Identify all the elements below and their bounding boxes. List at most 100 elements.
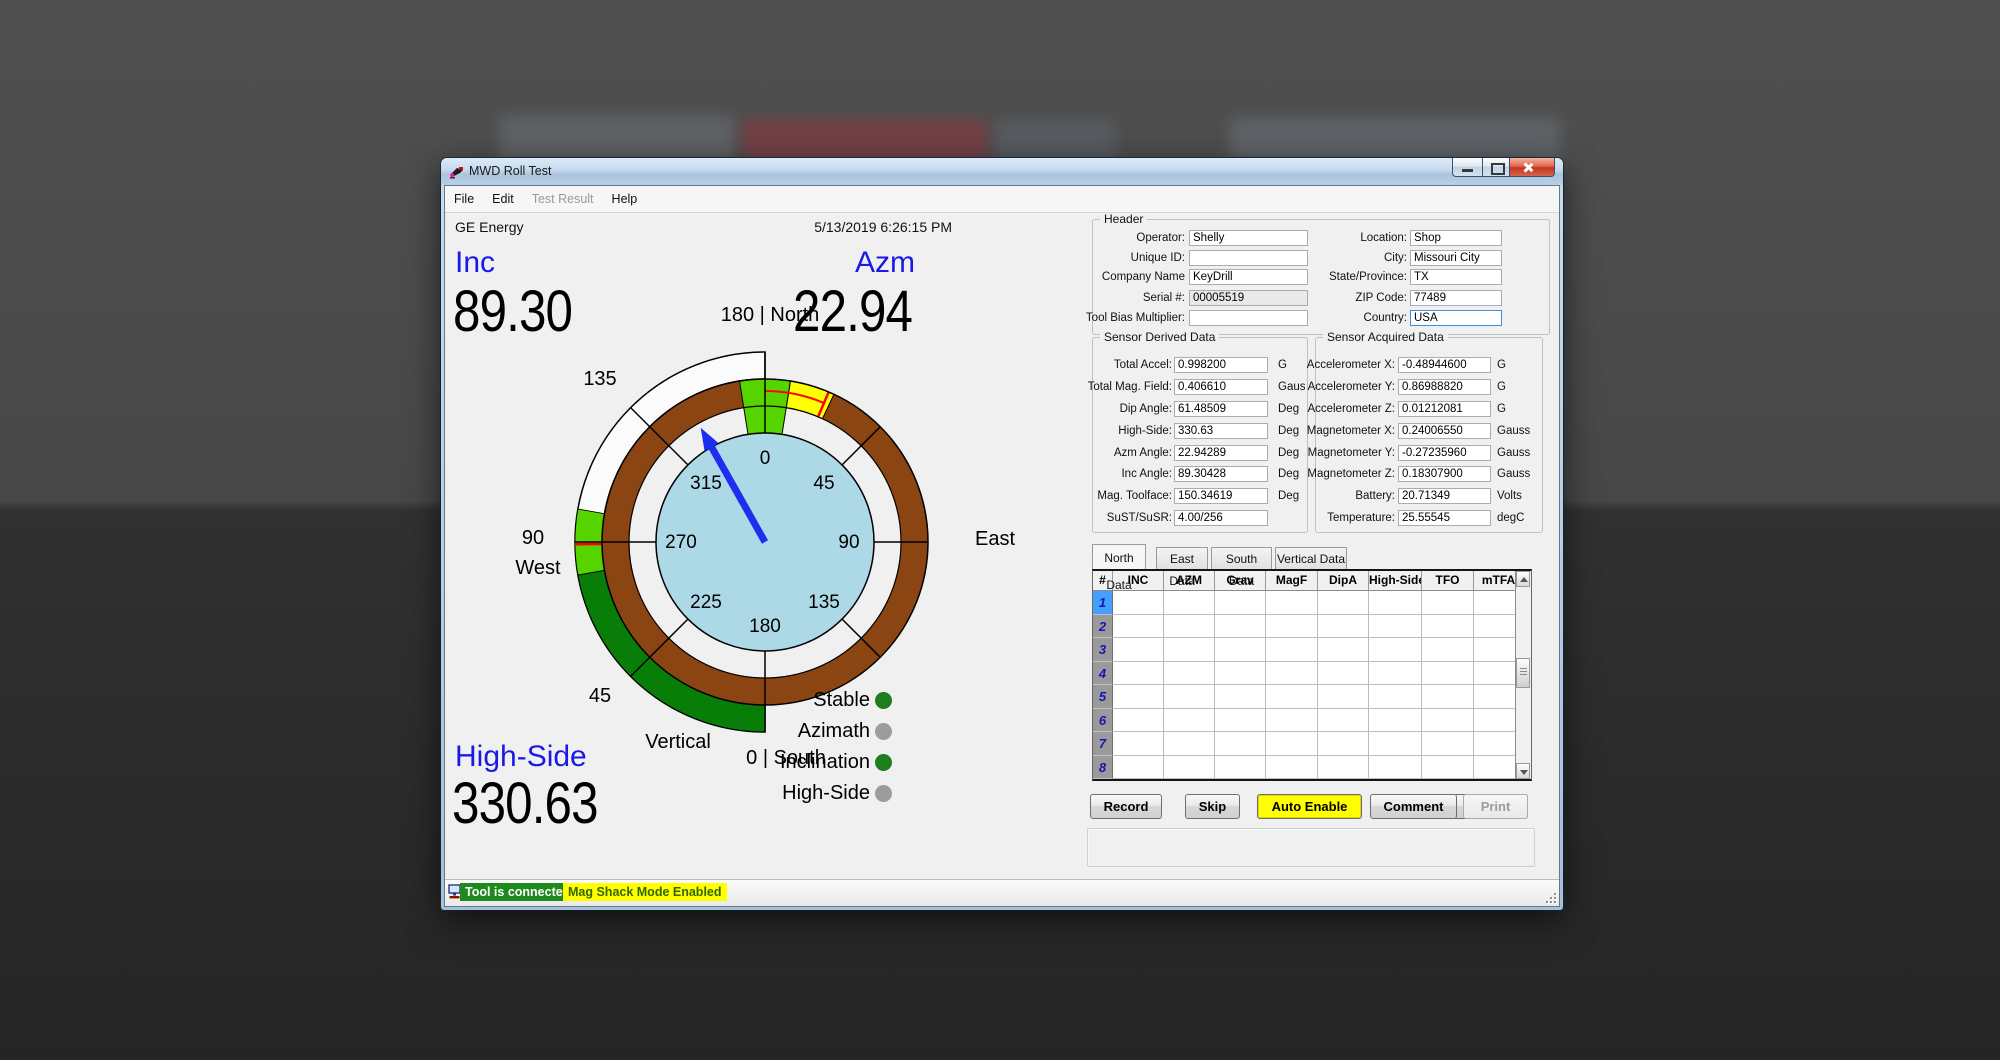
- grid-cell[interactable]: [1422, 662, 1474, 686]
- column-header-tfo[interactable]: TFO: [1422, 571, 1474, 590]
- title-bar[interactable]: MWD Roll Test: [441, 158, 1563, 185]
- sensor-value-temperature[interactable]: [1398, 510, 1491, 526]
- grid-cell[interactable]: [1422, 709, 1474, 733]
- grid-cell[interactable]: [1266, 732, 1318, 756]
- grid-cell[interactable]: [1164, 685, 1215, 709]
- field-zip-code[interactable]: [1410, 290, 1502, 306]
- grid-cell[interactable]: [1215, 615, 1266, 639]
- scrollbar-thumb[interactable]: [1516, 658, 1530, 688]
- grid-cell[interactable]: [1164, 756, 1215, 780]
- grid-cell[interactable]: [1164, 591, 1215, 615]
- grid-cell[interactable]: [1215, 685, 1266, 709]
- sensor-value-high-side[interactable]: [1174, 423, 1268, 439]
- grid-cell[interactable]: [1369, 662, 1422, 686]
- field-state-province[interactable]: [1410, 269, 1502, 285]
- sensor-value-accelerometer-x[interactable]: [1398, 357, 1491, 373]
- grid-cell[interactable]: [1266, 638, 1318, 662]
- grid-cell[interactable]: [1266, 709, 1318, 733]
- menu-item-file[interactable]: File: [445, 186, 483, 212]
- grid-cell[interactable]: [1164, 638, 1215, 662]
- grid-cell[interactable]: [1318, 638, 1369, 662]
- grid-cell[interactable]: [1113, 615, 1164, 639]
- grid-cell[interactable]: [1215, 662, 1266, 686]
- auto-enable-button[interactable]: Auto Enable: [1257, 794, 1362, 819]
- row-header-8[interactable]: 8: [1093, 756, 1113, 780]
- sensor-value-magnetometer-z[interactable]: [1398, 466, 1491, 482]
- grid-cell[interactable]: [1113, 638, 1164, 662]
- menu-item-help[interactable]: Help: [603, 186, 647, 212]
- sensor-value-accelerometer-z[interactable]: [1398, 401, 1491, 417]
- grid-cell[interactable]: [1422, 756, 1474, 780]
- grid-cell[interactable]: [1369, 638, 1422, 662]
- column-header-high-side[interactable]: High-Side: [1369, 571, 1422, 590]
- tab-north-data[interactable]: North Data: [1092, 544, 1146, 569]
- table-row[interactable]: 2: [1093, 615, 1531, 639]
- row-header-2[interactable]: 2: [1093, 615, 1113, 639]
- grid-cell[interactable]: [1266, 685, 1318, 709]
- comment-button[interactable]: Comment: [1370, 794, 1457, 819]
- field-country[interactable]: [1410, 310, 1502, 326]
- grid-cell[interactable]: [1164, 709, 1215, 733]
- grid-cell[interactable]: [1318, 756, 1369, 780]
- sensor-value-magnetometer-y[interactable]: [1398, 445, 1491, 461]
- tab-south-data[interactable]: South Data: [1211, 547, 1272, 569]
- grid-cell[interactable]: [1318, 732, 1369, 756]
- row-header-4[interactable]: 4: [1093, 662, 1113, 686]
- table-row[interactable]: 7: [1093, 732, 1531, 756]
- grid-cell[interactable]: [1215, 732, 1266, 756]
- row-header-7[interactable]: 7: [1093, 732, 1113, 756]
- grid-cell[interactable]: [1113, 662, 1164, 686]
- row-header-5[interactable]: 5: [1093, 685, 1113, 709]
- grid-cell[interactable]: [1318, 615, 1369, 639]
- column-header-dipa[interactable]: DipA: [1318, 571, 1369, 590]
- grid-cell[interactable]: [1266, 591, 1318, 615]
- close-button[interactable]: [1510, 158, 1555, 177]
- grid-cell[interactable]: [1113, 756, 1164, 780]
- scroll-down-arrow-icon[interactable]: [1516, 763, 1530, 779]
- tab-east-data[interactable]: East Data: [1156, 547, 1208, 569]
- grid-cell[interactable]: [1266, 756, 1318, 780]
- sensor-value-magnetometer-x[interactable]: [1398, 423, 1491, 439]
- field-location[interactable]: [1410, 230, 1502, 246]
- grid-cell[interactable]: [1369, 685, 1422, 709]
- table-row[interactable]: 8: [1093, 756, 1531, 780]
- grid-cell[interactable]: [1164, 662, 1215, 686]
- grid-cell[interactable]: [1369, 732, 1422, 756]
- minimize-button[interactable]: [1452, 158, 1482, 177]
- sensor-value-total-mag-field[interactable]: [1174, 379, 1268, 395]
- grid-cell[interactable]: [1422, 685, 1474, 709]
- sensor-value-accelerometer-y[interactable]: [1398, 379, 1491, 395]
- table-row[interactable]: 6: [1093, 709, 1531, 733]
- grid-cell[interactable]: [1318, 591, 1369, 615]
- grid-cell[interactable]: [1266, 615, 1318, 639]
- grid-cell[interactable]: [1164, 732, 1215, 756]
- grid-cell[interactable]: [1113, 732, 1164, 756]
- table-row[interactable]: 4: [1093, 662, 1531, 686]
- grid-cell[interactable]: [1215, 591, 1266, 615]
- grid-cell[interactable]: [1318, 709, 1369, 733]
- skip-button[interactable]: Skip: [1185, 794, 1240, 819]
- grid-cell[interactable]: [1369, 615, 1422, 639]
- tab-vertical-data[interactable]: Vertical Data: [1275, 547, 1347, 569]
- row-header-6[interactable]: 6: [1093, 709, 1113, 733]
- sensor-value-sust-susr[interactable]: [1174, 510, 1268, 526]
- grid-cell[interactable]: [1215, 756, 1266, 780]
- grid-cell[interactable]: [1215, 638, 1266, 662]
- grid-cell[interactable]: [1369, 709, 1422, 733]
- data-grid[interactable]: #INCAZMGravMagFDipAHigh-SideTFOmTFA12345…: [1092, 569, 1532, 781]
- sensor-value-dip-angle[interactable]: [1174, 401, 1268, 417]
- sensor-value-total-accel[interactable]: [1174, 357, 1268, 373]
- column-header-magf[interactable]: MagF: [1266, 571, 1318, 590]
- grid-cell[interactable]: [1215, 709, 1266, 733]
- scroll-up-arrow-icon[interactable]: [1516, 571, 1530, 587]
- record-button[interactable]: Record: [1090, 794, 1162, 819]
- grid-cell[interactable]: [1164, 615, 1215, 639]
- resize-grip[interactable]: [1544, 891, 1556, 903]
- grid-cell[interactable]: [1422, 638, 1474, 662]
- grid-scrollbar[interactable]: [1515, 571, 1531, 779]
- table-row[interactable]: 1: [1093, 591, 1531, 615]
- grid-cell[interactable]: [1113, 709, 1164, 733]
- table-row[interactable]: 5: [1093, 685, 1531, 709]
- sensor-value-mag-toolface[interactable]: [1174, 488, 1268, 504]
- grid-cell[interactable]: [1422, 615, 1474, 639]
